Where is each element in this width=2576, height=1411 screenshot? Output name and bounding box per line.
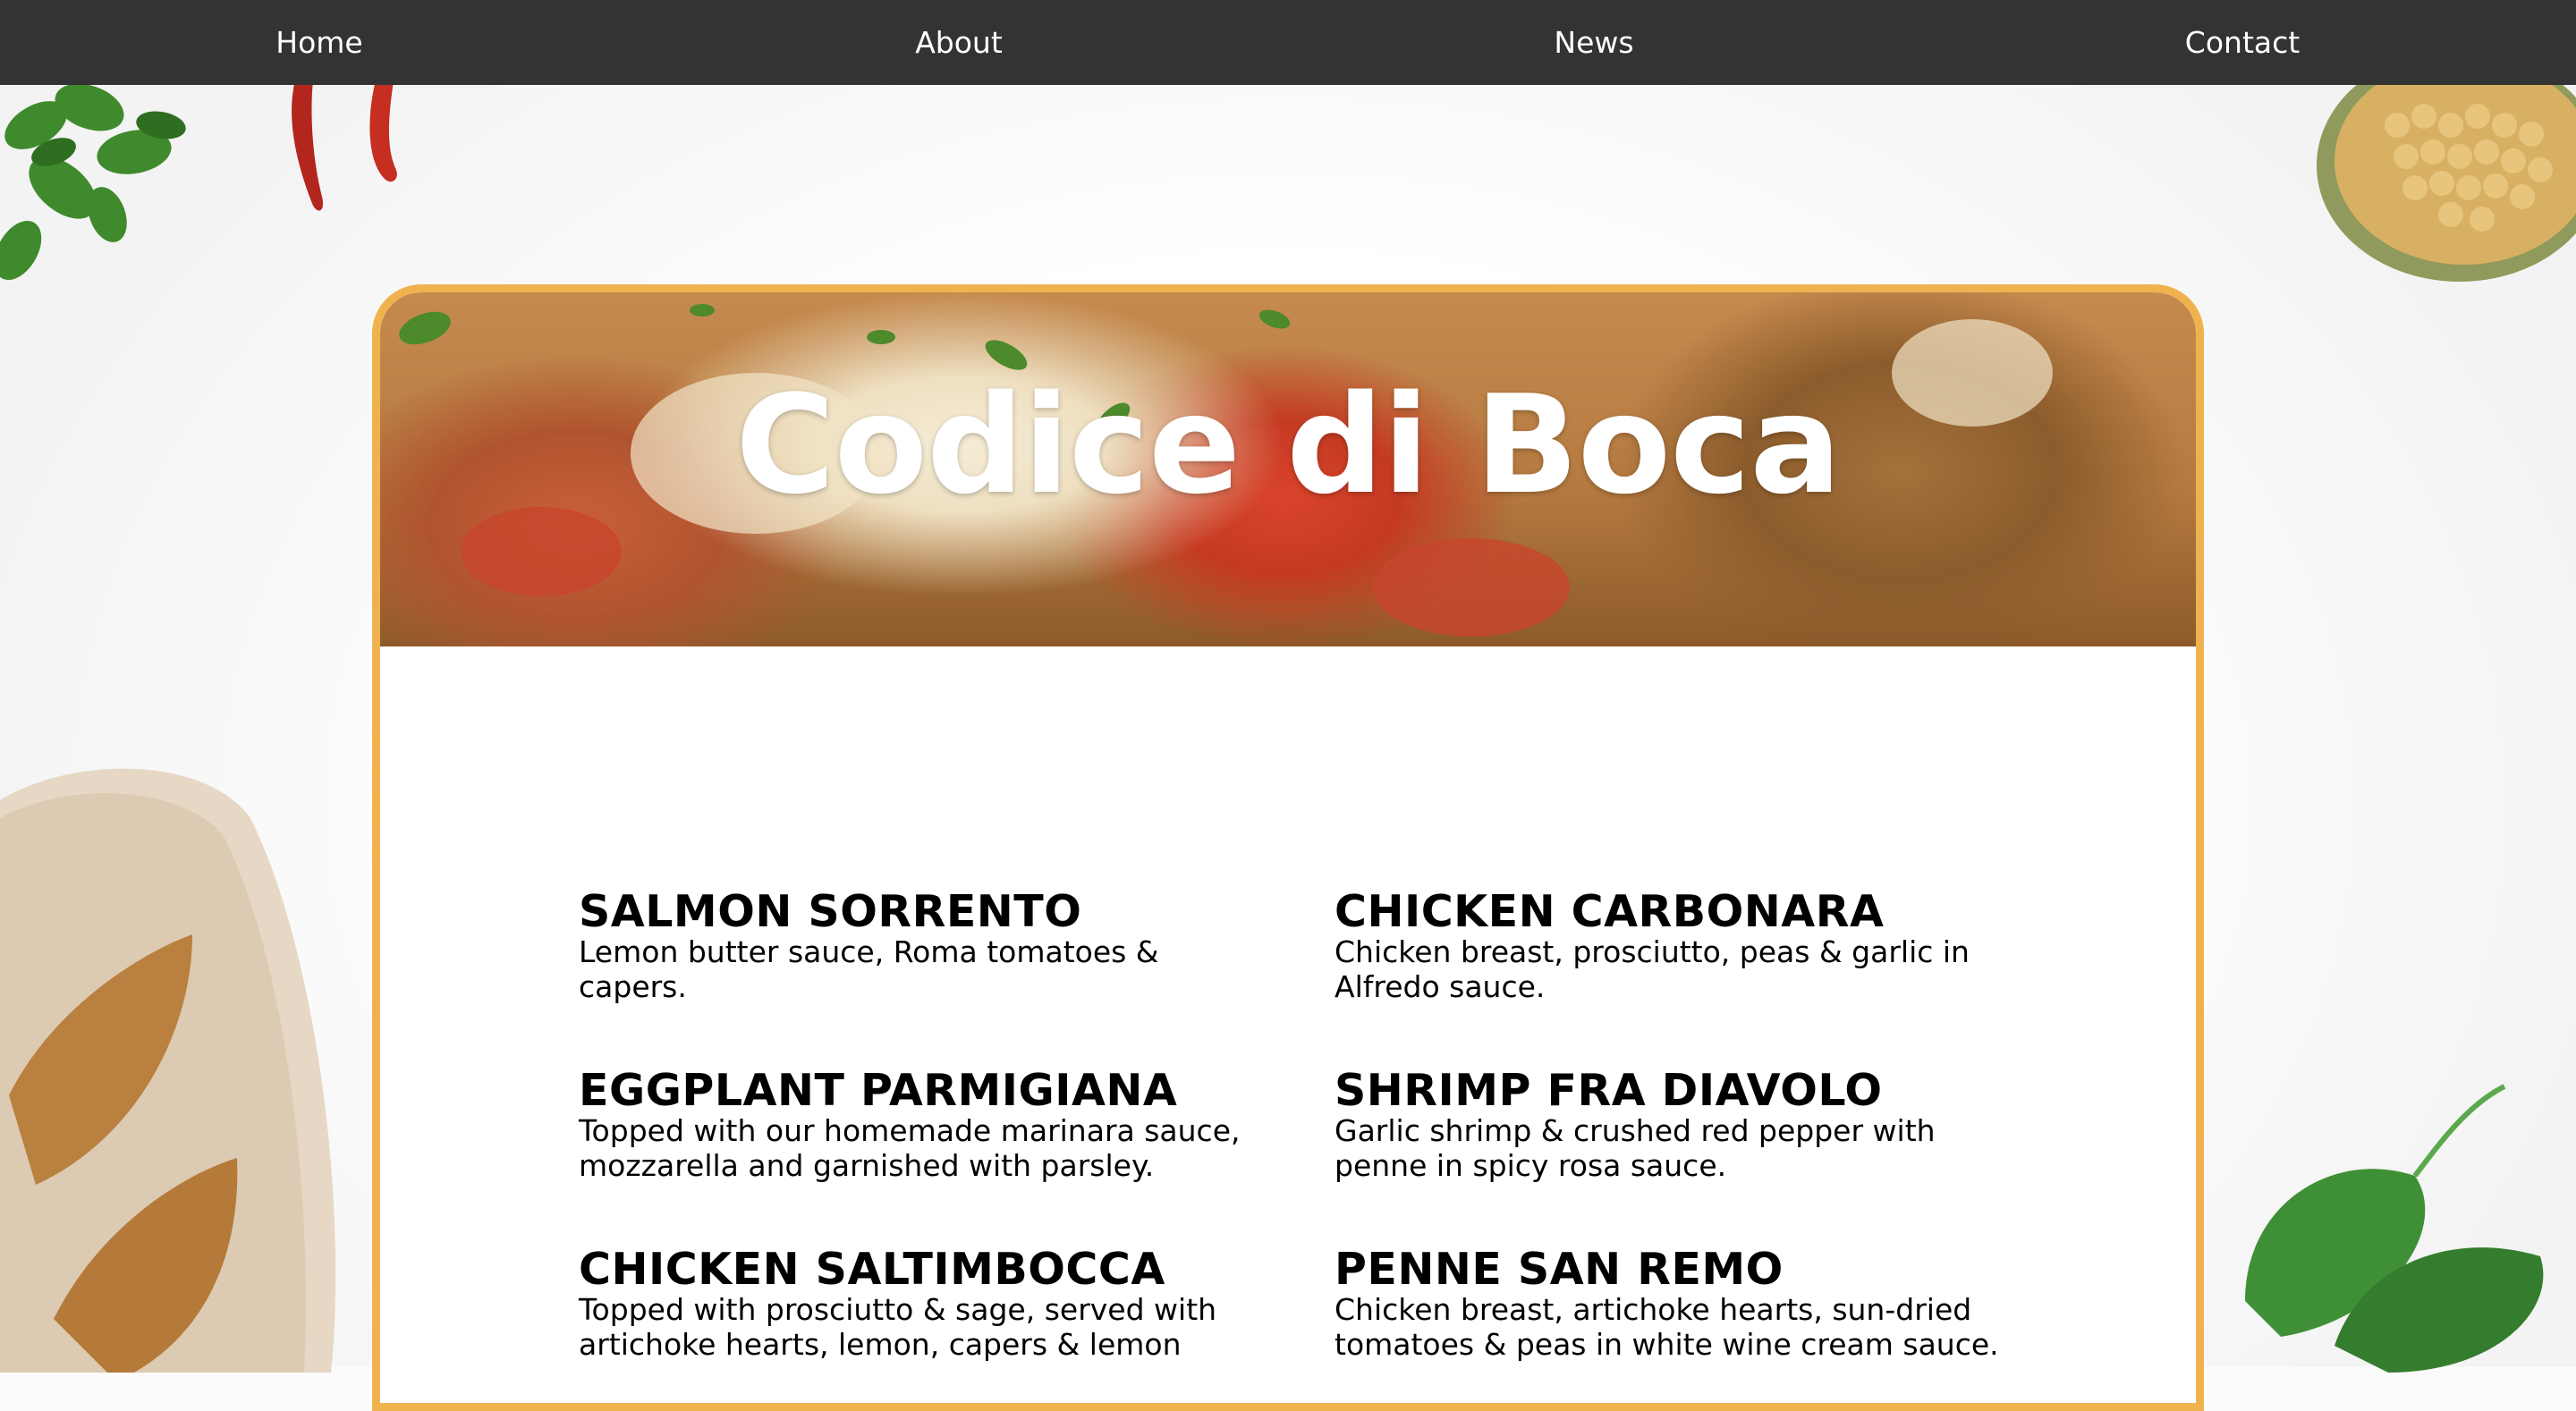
nav-link-home[interactable]: Home — [275, 0, 362, 85]
menu-item-description: Chicken breast, artichoke hearts, sun-dr… — [1335, 1292, 1999, 1363]
menu-item-description: Topped with our homemade marinara sauce,… — [579, 1113, 1241, 1184]
menu-item-name: EGGPLANT PARMIGIANA — [579, 1065, 1178, 1116]
menu-item: SHRIMP FRA DIAVOLO Garlic shrimp & crush… — [1335, 1065, 2014, 1184]
menu-item: PENNE SAN REMO Chicken breast, artichoke… — [1335, 1244, 2014, 1363]
menu-item-description: Lemon butter sauce, Roma tomatoes & cape… — [579, 934, 1159, 1005]
nav-link-about[interactable]: About — [915, 0, 1003, 85]
top-navigation-bar: Home About News Contact — [0, 0, 2576, 85]
nav-link-contact[interactable]: Contact — [2185, 0, 2300, 85]
menu-item: CHICKEN CARBONARA Chicken breast, prosci… — [1335, 886, 2014, 1005]
menu-item: SALMON SORRENTO Lemon butter sauce, Roma… — [579, 886, 1258, 1005]
menu-item-name: CHICKEN SALTIMBOCCA — [579, 1244, 1165, 1295]
nav-link-news[interactable]: News — [1554, 0, 1633, 85]
chili-pepper-decoration — [292, 80, 397, 211]
menu-item-description: Garlic shrimp & crushed red pepper with … — [1335, 1113, 1936, 1184]
menu-item: CHICKEN SALTIMBOCCA Topped with prosciut… — [579, 1244, 1258, 1363]
menu-item-description: Topped with prosciutto & sage, served wi… — [579, 1292, 1217, 1363]
cilantro-decoration — [0, 83, 186, 281]
restaurant-title: Codice di Boca — [735, 366, 1842, 524]
menu-item: EGGPLANT PARMIGIANA Topped with our home… — [579, 1065, 1258, 1184]
menu-card: Codice di Boca SALMON SORRENTO Lemon but… — [372, 284, 2204, 1411]
bread-loaf-decoration — [0, 768, 336, 1373]
chickpea-bowl-decoration — [2317, 72, 2576, 282]
menu-item-name: SALMON SORRENTO — [579, 886, 1082, 937]
menu-item-description: Chicken breast, prosciutto, peas & garli… — [1335, 934, 1970, 1005]
spinach-leaves-decoration — [2245, 1084, 2544, 1373]
hero-banner: Codice di Boca — [380, 292, 2196, 646]
menu-item-name: PENNE SAN REMO — [1335, 1244, 1784, 1295]
menu-item-name: SHRIMP FRA DIAVOLO — [1335, 1065, 1883, 1116]
menu-item-name: CHICKEN CARBONARA — [1335, 886, 1885, 937]
